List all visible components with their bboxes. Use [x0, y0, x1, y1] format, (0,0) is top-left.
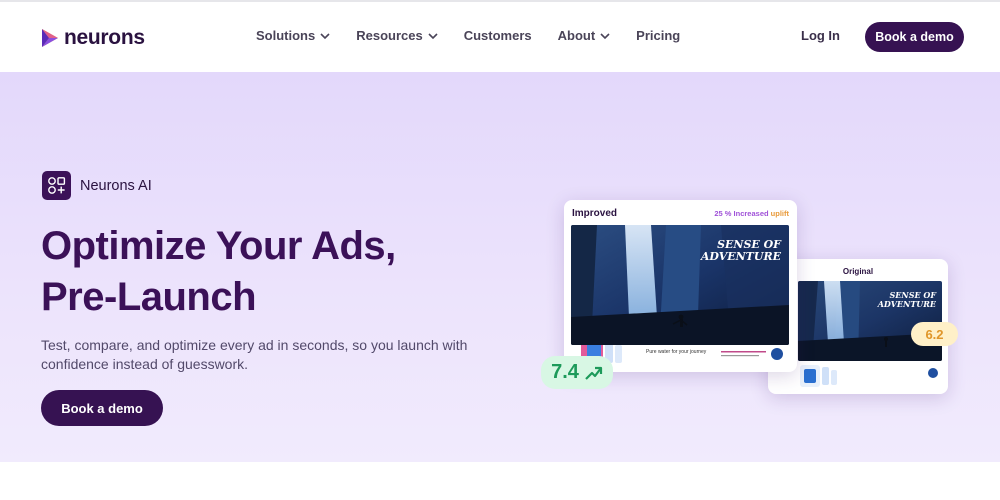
headline-line-2: Pre-Launch: [41, 275, 257, 319]
original-ad-headline: SENSE OF ADVENTURE: [877, 290, 936, 309]
improved-ad-image: SENSE OF ADVENTURE: [571, 225, 789, 345]
nav-item-about[interactable]: About: [558, 28, 611, 43]
original-ad-image: SENSE OF ADVENTURE: [798, 281, 942, 361]
improved-score: 7.4: [551, 361, 579, 383]
hero-section: Neurons AI Optimize Your Ads, Pre-Launch…: [0, 72, 1000, 462]
nav-item-resources[interactable]: Resources: [356, 28, 438, 43]
book-demo-button-nav[interactable]: Book a demo: [865, 22, 964, 52]
brand-name: neurons: [64, 26, 145, 49]
uplift-label: 25 % Increased uplift: [714, 209, 789, 218]
brand-logo[interactable]: neurons: [40, 26, 145, 50]
product-badge: Neurons AI: [42, 171, 152, 200]
nav-item-label: Pricing: [636, 28, 681, 43]
improved-score-badge: 7.4: [541, 356, 613, 389]
nav-item-customers[interactable]: Customers: [464, 28, 532, 43]
nav-item-label: Resources: [356, 28, 423, 43]
navbar: neurons Solutions Resources Customers Ab…: [0, 2, 1000, 72]
chevron-down-icon: [428, 32, 438, 39]
login-link[interactable]: Log In: [801, 28, 840, 43]
ai-shapes-icon: [42, 171, 71, 200]
book-demo-button-hero[interactable]: Book a demo: [41, 390, 163, 426]
main-nav: Solutions Resources Customers About Pric…: [256, 28, 706, 43]
ad-tagline: Pure water for your journey: [646, 349, 707, 355]
chevron-down-icon: [320, 32, 330, 39]
original-ad-footer: [798, 361, 942, 389]
original-score: 6.2: [925, 326, 944, 342]
original-score-badge: 6.2: [911, 322, 958, 346]
nav-item-pricing[interactable]: Pricing: [636, 28, 680, 43]
improved-label: Improved: [572, 208, 618, 219]
nav-item-label: Customers: [463, 28, 532, 43]
neurons-logo-icon: [42, 29, 58, 47]
hero-subtext: Test, compare, and optimize every ad in …: [41, 337, 468, 372]
improved-ad-headline: SENSE OF ADVENTURE: [700, 238, 781, 263]
page-title: Optimize Your Ads, Pre-Launch: [41, 221, 396, 323]
badge-label: Neurons AI: [80, 177, 152, 194]
chevron-down-icon: [600, 32, 610, 39]
nav-item-label: About: [557, 28, 596, 43]
trend-up-icon: [585, 366, 603, 380]
improved-ad-card: Improved 25 % Increased uplift SENSE OF …: [564, 200, 797, 372]
nav-item-solutions[interactable]: Solutions: [256, 28, 330, 43]
headline-line-1: Optimize Your Ads,: [41, 224, 396, 268]
nav-item-label: Solutions: [256, 28, 316, 43]
